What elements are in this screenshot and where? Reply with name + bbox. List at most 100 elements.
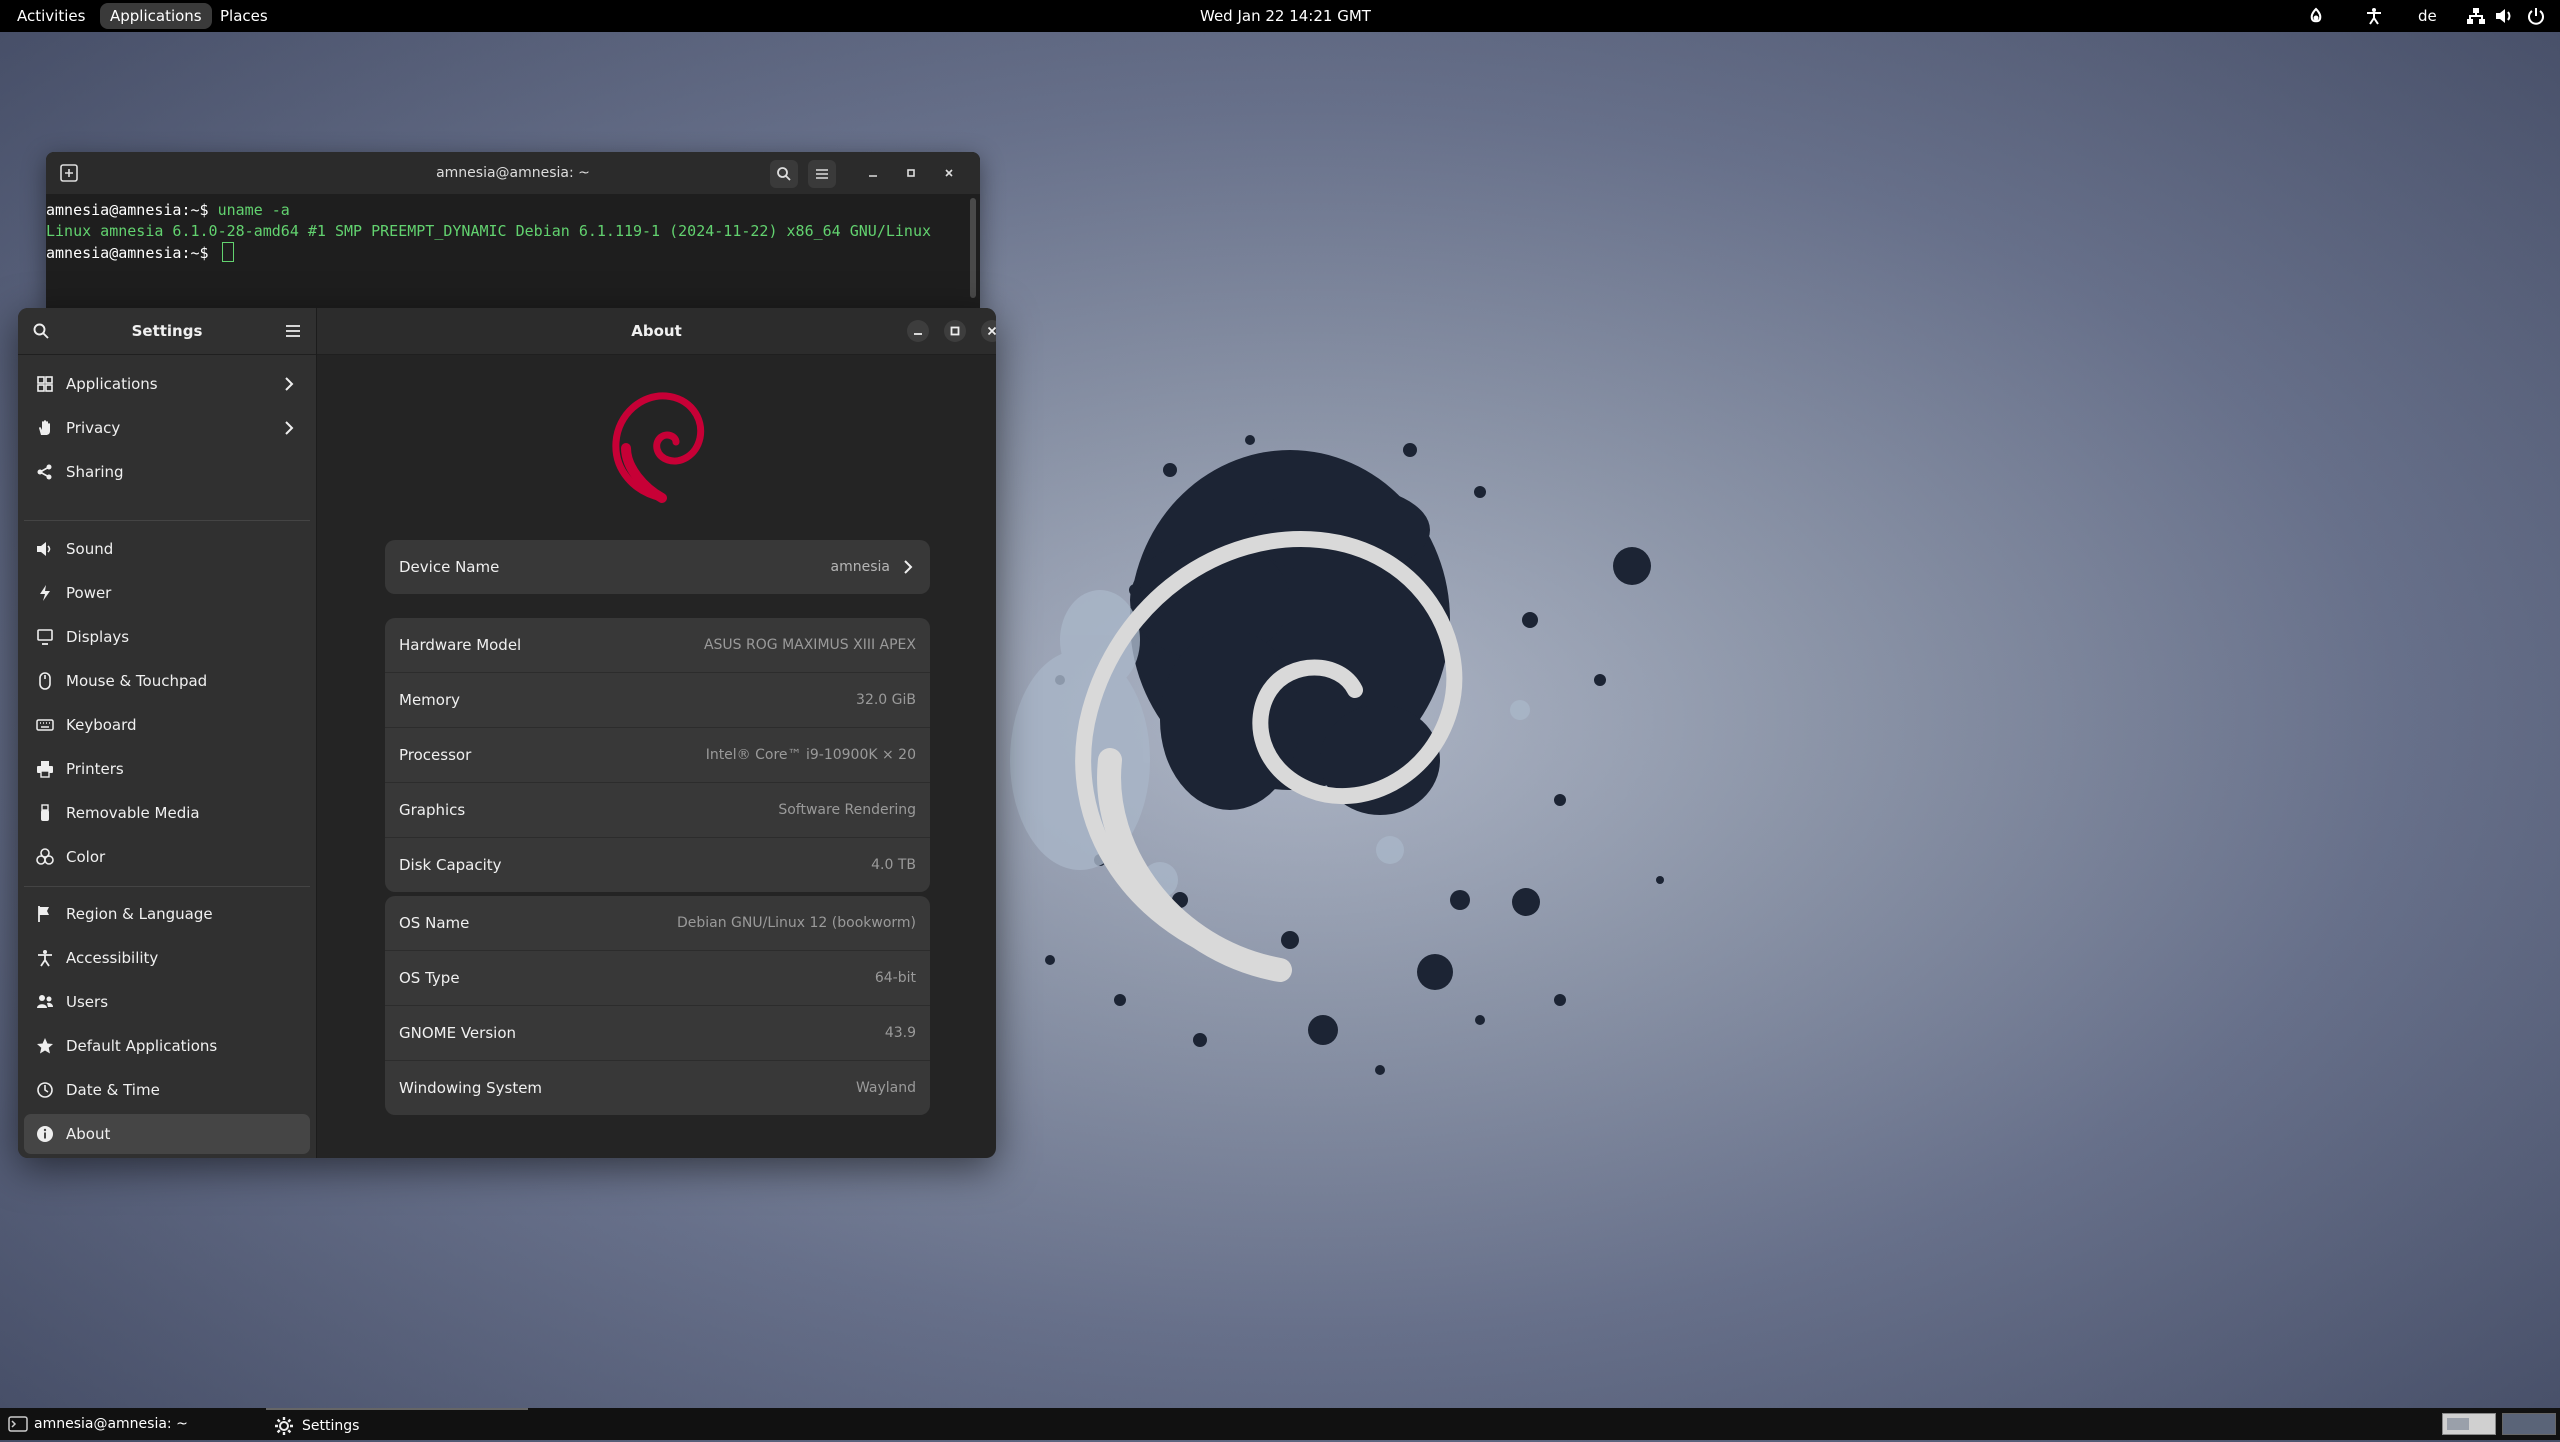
info-row-disk-capacity: Disk Capacity 4.0 TB <box>385 838 930 892</box>
row-value: Debian GNU/Linux 12 (bookworm) <box>676 915 916 931</box>
sidebar-item-date-time[interactable]: Date & Time <box>24 1070 310 1110</box>
gear-icon <box>275 1417 293 1435</box>
sidebar-item-label: Date & Time <box>66 1081 160 1099</box>
chevron-right-icon <box>285 421 294 435</box>
row-value: 64-bit <box>874 970 916 986</box>
terminal-search-button[interactable] <box>770 160 798 188</box>
sidebar-item-sound[interactable]: Sound <box>24 529 310 569</box>
sidebar-item-label: Keyboard <box>66 716 137 734</box>
sidebar-item-label: Default Applications <box>66 1037 218 1055</box>
sidebar-item-users[interactable]: Users <box>24 982 310 1022</box>
keyboard-icon <box>36 719 54 731</box>
minimize-icon[interactable] <box>866 166 880 180</box>
info-row-gnome-version: GNOME Version 43.9 <box>385 1006 930 1061</box>
sidebar-item-label: About <box>66 1125 111 1143</box>
chevron-right-icon <box>285 377 294 391</box>
wallpaper-debian-splash <box>1010 435 1664 1075</box>
minimize-button[interactable] <box>907 320 929 342</box>
info-row-graphics: Graphics Software Rendering <box>385 783 930 838</box>
users-icon <box>37 995 53 1008</box>
maximize-icon[interactable] <box>904 166 918 180</box>
minimize-icon <box>914 333 922 335</box>
places-menu[interactable]: Places <box>220 0 268 32</box>
terminal-title: amnesia@amnesia: ~ <box>436 165 590 181</box>
volume-icon[interactable] <box>2494 6 2514 26</box>
terminal-menu-button[interactable] <box>808 160 836 188</box>
device-name-card[interactable]: Device Name amnesia <box>385 540 930 594</box>
row-value: Intel® Core™ i9-10900K × 20 <box>705 747 916 763</box>
terminal-headerbar[interactable]: amnesia@amnesia: ~ <box>46 152 980 194</box>
info-row-memory: Memory 32.0 GiB <box>385 673 930 728</box>
sidebar-item-mouse-touchpad[interactable]: Mouse & Touchpad <box>24 661 310 701</box>
hamburger-menu-icon <box>816 169 828 179</box>
palette-icon <box>36 848 54 865</box>
terminal-output[interactable]: amnesia@amnesia:~$ uname -a Linux amnesi… <box>46 194 980 308</box>
clock[interactable]: Wed Jan 22 14:21 GMT <box>1200 0 1371 32</box>
row-value: ASUS ROG MAXIMUS XIII APEX <box>703 637 916 653</box>
sidebar-item-displays[interactable]: Displays <box>24 617 310 657</box>
row-label: Device Name <box>399 558 500 576</box>
close-button[interactable] <box>981 320 996 342</box>
sidebar-item-about[interactable]: About <box>24 1114 310 1154</box>
row-label: Disk Capacity <box>399 856 502 874</box>
terminal-line: Linux amnesia 6.1.0-28-amd64 #1 SMP PREE… <box>46 222 932 240</box>
sidebar-item-power[interactable]: Power <box>24 573 310 613</box>
row-value: 32.0 GiB <box>856 692 916 708</box>
task-settings[interactable]: Settings <box>266 1408 528 1440</box>
terminal-line: amnesia@amnesia:~$ <box>46 242 234 264</box>
tor-onion-icon[interactable] <box>2306 6 2326 26</box>
terminal-icon <box>8 1416 28 1432</box>
sidebar-item-label: Printers <box>66 760 124 778</box>
star-icon <box>37 1038 53 1054</box>
main-headerbar: About <box>317 308 996 355</box>
info-row-os-type: OS Type 64-bit <box>385 951 930 1006</box>
chevron-right-icon <box>904 560 913 574</box>
workspace-1[interactable] <box>2442 1413 2496 1435</box>
search-icon <box>777 167 791 181</box>
power-icon <box>40 585 50 601</box>
row-value: 43.9 <box>884 1025 916 1041</box>
flag-icon <box>38 906 49 922</box>
settings-sidebar: Settings Applications Privacy Sharing So… <box>18 308 317 1158</box>
sidebar-item-accessibility[interactable]: Accessibility <box>24 938 310 978</box>
sidebar-item-label: Power <box>66 584 112 602</box>
sidebar-item-applications[interactable]: Applications <box>24 364 310 404</box>
sidebar-item-color[interactable]: Color <box>24 837 310 877</box>
sidebar-item-label: Mouse & Touchpad <box>66 672 208 690</box>
sidebar-item-sharing[interactable]: Sharing <box>24 452 310 492</box>
terminal-cursor <box>221 242 234 262</box>
device-name-row[interactable]: Device Name amnesia <box>385 540 930 594</box>
sidebar-item-label: Removable Media <box>66 804 200 822</box>
hamburger-menu-icon[interactable] <box>284 322 302 340</box>
sidebar-item-default-applications[interactable]: Default Applications <box>24 1026 310 1066</box>
row-label: OS Name <box>399 914 470 932</box>
terminal-window[interactable]: amnesia@amnesia: ~ amnesia@amnesia:~$ un… <box>46 152 980 308</box>
printer-icon <box>37 761 53 778</box>
keyboard-layout-indicator[interactable]: de <box>2418 0 2437 32</box>
os-info-card: OS Name Debian GNU/Linux 12 (bookworm) O… <box>385 896 930 1115</box>
accessibility-icon <box>38 950 52 967</box>
row-label: OS Type <box>399 969 460 987</box>
sidebar-item-keyboard[interactable]: Keyboard <box>24 705 310 745</box>
sidebar-item-label: Sound <box>66 540 114 558</box>
sidebar-divider <box>24 886 310 887</box>
info-row-processor: Processor Intel® Core™ i9-10900K × 20 <box>385 728 930 783</box>
close-icon[interactable] <box>942 166 956 180</box>
display-icon <box>37 629 53 645</box>
network-wired-icon[interactable] <box>2466 6 2486 26</box>
accessibility-icon[interactable] <box>2364 6 2384 26</box>
applications-menu[interactable]: Applications <box>100 3 212 29</box>
sidebar-item-label: Users <box>66 993 109 1011</box>
power-menu-icon[interactable] <box>2526 6 2546 26</box>
sidebar-item-label: Applications <box>66 375 158 393</box>
device-name-value: amnesia <box>830 559 890 575</box>
sidebar-item-removable-media[interactable]: Removable Media <box>24 793 310 833</box>
maximize-button[interactable] <box>944 320 966 342</box>
sidebar-item-region-language[interactable]: Region & Language <box>24 894 310 934</box>
sidebar-item-printers[interactable]: Printers <box>24 749 310 789</box>
activities-button[interactable]: Activities <box>17 0 85 32</box>
workspace-2[interactable] <box>2502 1413 2556 1435</box>
terminal-scrollbar[interactable] <box>970 198 976 298</box>
sidebar-item-privacy[interactable]: Privacy <box>24 408 310 448</box>
settings-window[interactable]: Settings Applications Privacy Sharing So… <box>18 308 996 1158</box>
